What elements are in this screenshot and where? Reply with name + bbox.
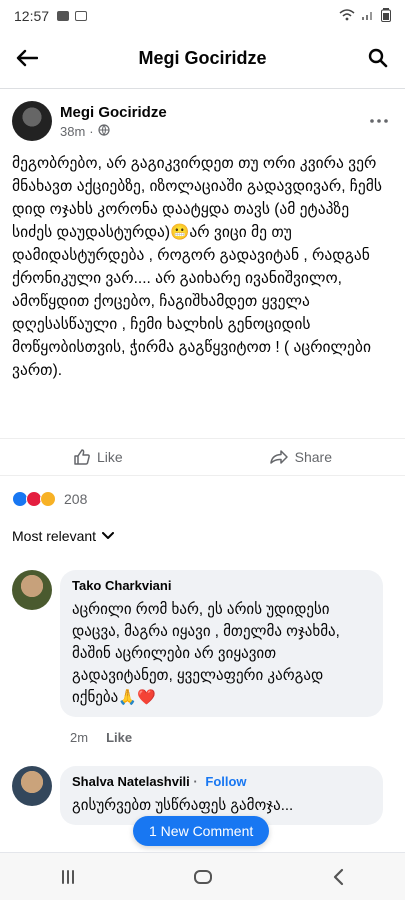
wifi-icon — [339, 8, 355, 24]
post-meta: Megi Gociridze 38m · — [60, 104, 167, 139]
comment-time: 2m — [70, 730, 89, 745]
comment-author[interactable]: Tako Charkviani — [72, 578, 371, 593]
comment-like-button[interactable]: Like — [106, 730, 132, 745]
post-text: მეგობრებო, არ გაგიკვირდეთ თუ ორი კვირა ვ… — [12, 155, 382, 379]
thumbs-up-icon — [74, 449, 90, 465]
like-label: Like — [96, 449, 123, 465]
new-comment-button[interactable]: 1 New Comment — [133, 816, 270, 846]
share-label: Share — [294, 449, 332, 465]
post-header: Megi Gociridze 38m · — [12, 97, 393, 145]
globe-icon — [98, 123, 110, 139]
comment-text: აცრილი რომ ხარ, ეს არის უდიდესი დაცვა, მ… — [72, 601, 340, 706]
like-button[interactable]: Like — [73, 448, 123, 466]
comment-bubble: Tako Charkviani აცრილი რომ ხარ, ეს არის … — [60, 570, 383, 717]
comment-meta: 2m Like — [70, 730, 132, 745]
post-author[interactable]: Megi Gociridze — [60, 104, 167, 121]
follow-button[interactable]: Follow — [205, 774, 246, 789]
commenter-avatar[interactable] — [12, 766, 52, 806]
author-avatar[interactable] — [12, 101, 52, 141]
comment-text: გისურვებთ უსწრაფეს გამოჯა... — [72, 797, 294, 814]
home-button[interactable] — [183, 859, 223, 895]
follow-separator: · — [193, 774, 198, 789]
home-icon — [193, 869, 212, 884]
search-icon — [368, 48, 388, 68]
status-icons — [339, 7, 391, 25]
messenger-notification-icon — [75, 11, 88, 21]
share-button[interactable]: Share — [269, 449, 332, 465]
back-button[interactable] — [10, 41, 44, 75]
recent-apps-icon — [61, 869, 74, 884]
post-time-row: 38m · — [60, 124, 167, 139]
more-dots-icon — [370, 119, 388, 123]
sad-reaction-icon — [40, 491, 56, 507]
chevron-down-icon — [102, 532, 115, 539]
commenter-avatar[interactable] — [12, 570, 52, 610]
back-nav-button[interactable] — [318, 859, 358, 895]
reaction-count: 208 — [64, 491, 88, 507]
comment-item: Tako Charkviani აცრილი რომ ხარ, ეს არის … — [12, 570, 393, 717]
recent-apps-button[interactable] — [48, 859, 88, 895]
sort-label: Most relevant — [12, 528, 97, 544]
top-nav: Megi Gociridze — [0, 32, 405, 84]
comment-author-row: Shalva Natelashvili · Follow — [72, 774, 371, 789]
battery-icon — [381, 7, 391, 25]
post-more-button[interactable] — [365, 111, 393, 131]
status-bar: 12:57 — [0, 0, 405, 32]
page-title: Megi Gociridze — [138, 47, 267, 68]
post-actions: Like Share — [0, 438, 405, 476]
reactions-summary[interactable]: 208 — [12, 488, 87, 510]
share-arrow-icon — [269, 450, 288, 464]
gallery-notification-icon — [57, 11, 70, 21]
nav-divider — [0, 88, 405, 89]
post-time[interactable]: 38m — [60, 124, 85, 139]
search-button[interactable] — [361, 41, 395, 75]
comment-sort-dropdown[interactable]: Most relevant — [12, 528, 115, 544]
time-separator: · — [89, 123, 94, 139]
back-arrow-icon — [16, 49, 38, 67]
chevron-left-icon — [333, 868, 343, 885]
status-time: 12:57 — [14, 8, 50, 24]
comment-author[interactable]: Shalva Natelashvili — [72, 774, 190, 789]
signal-icon — [361, 8, 375, 24]
system-nav-bar — [0, 852, 405, 900]
